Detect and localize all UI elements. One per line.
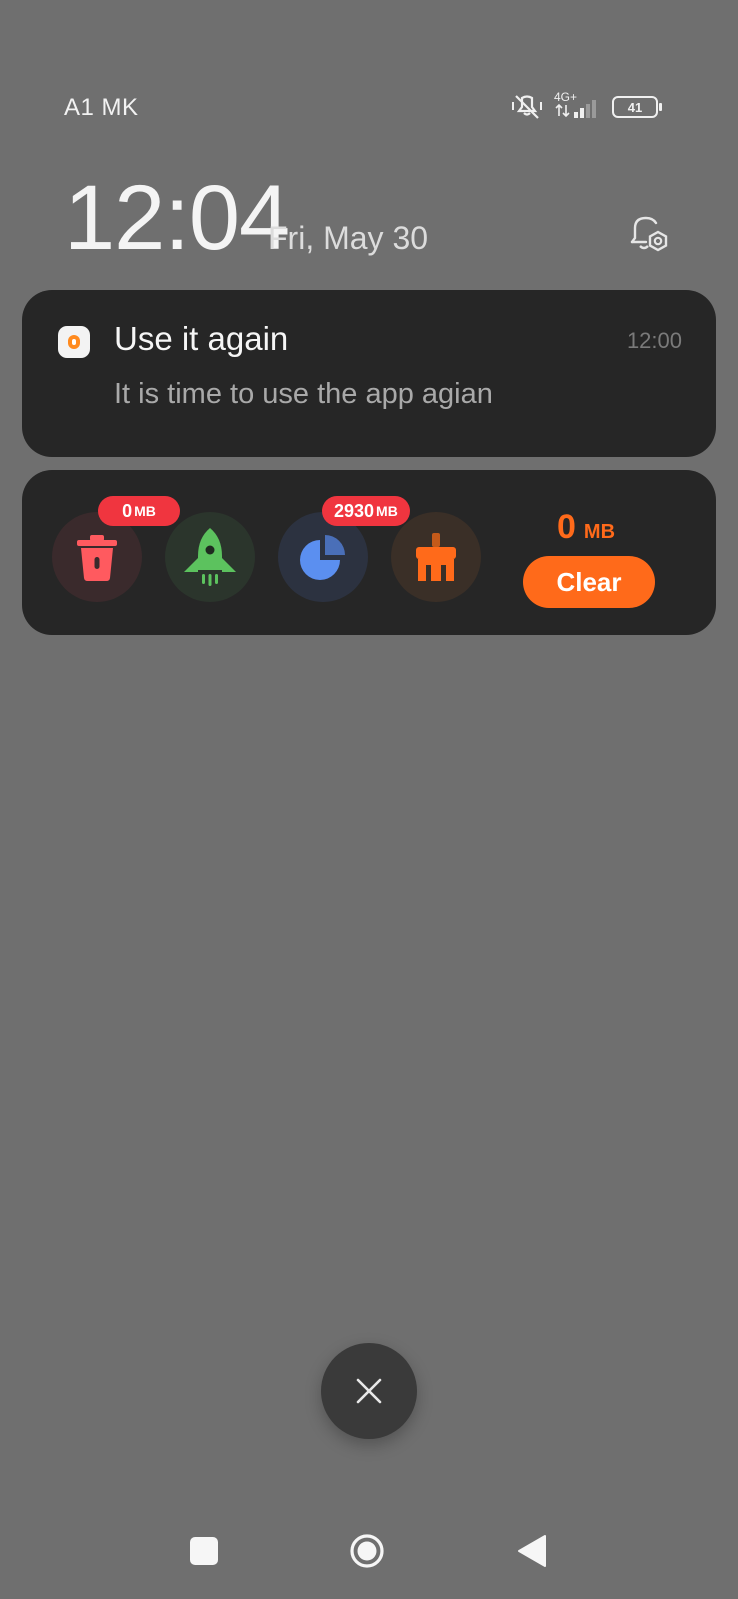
carrier-label: A1 MK — [64, 94, 139, 121]
clear-button[interactable]: Clear — [523, 556, 655, 608]
home-button[interactable] — [349, 1533, 385, 1569]
pie-chart-icon — [300, 535, 345, 580]
cleaner-widget: 0 MB 2930 MB 0 MB Clear — [22, 470, 716, 635]
back-button[interactable] — [515, 1533, 549, 1569]
clock-time: 12:04 — [64, 167, 290, 269]
junk-total-value: 0 — [557, 508, 576, 546]
storage-badge-value: 2930 — [334, 500, 375, 521]
vibrate-silent-icon — [512, 95, 542, 119]
notification-card[interactable]: Use it again 12:00 It is time to use the… — [22, 290, 716, 457]
lockscreen-clock: 12:04 Fri, May 30 — [64, 172, 674, 272]
rocket-icon — [184, 528, 236, 586]
trash-icon — [77, 535, 117, 581]
junk-total: 0 MB — [557, 508, 615, 547]
trash-badge-value: 0 — [122, 500, 133, 521]
bell-settings-icon[interactable] — [622, 208, 674, 260]
battery-icon: 41 — [612, 96, 662, 118]
status-icons: 4G+ 41 — [510, 90, 662, 122]
boost-tool-button[interactable] — [165, 512, 255, 602]
storage-size-badge: 2930 MB — [322, 496, 410, 526]
storage-badge-unit: MB — [376, 503, 398, 519]
network-indicator: 4G+ — [554, 90, 602, 120]
triangle-back-icon — [518, 1535, 546, 1567]
app-icon — [58, 326, 90, 358]
notification-time: 12:00 — [626, 328, 682, 353]
notification-body: It is time to use the app agian — [114, 378, 493, 410]
clean-tool-button[interactable] — [391, 512, 481, 602]
signal-icon — [555, 100, 596, 118]
junk-total-unit: MB — [583, 521, 616, 543]
broom-icon — [416, 533, 456, 581]
dismiss-button[interactable] — [321, 1343, 417, 1439]
notification-title: Use it again — [114, 320, 289, 357]
status-bar: A1 MK 4G+ 41 — [64, 88, 662, 128]
recents-button[interactable] — [190, 1537, 218, 1565]
clock-date: Fri, May 30 — [268, 220, 429, 256]
close-icon — [356, 1378, 382, 1404]
trash-size-badge: 0 MB — [98, 496, 180, 526]
trash-badge-unit: MB — [134, 503, 156, 519]
